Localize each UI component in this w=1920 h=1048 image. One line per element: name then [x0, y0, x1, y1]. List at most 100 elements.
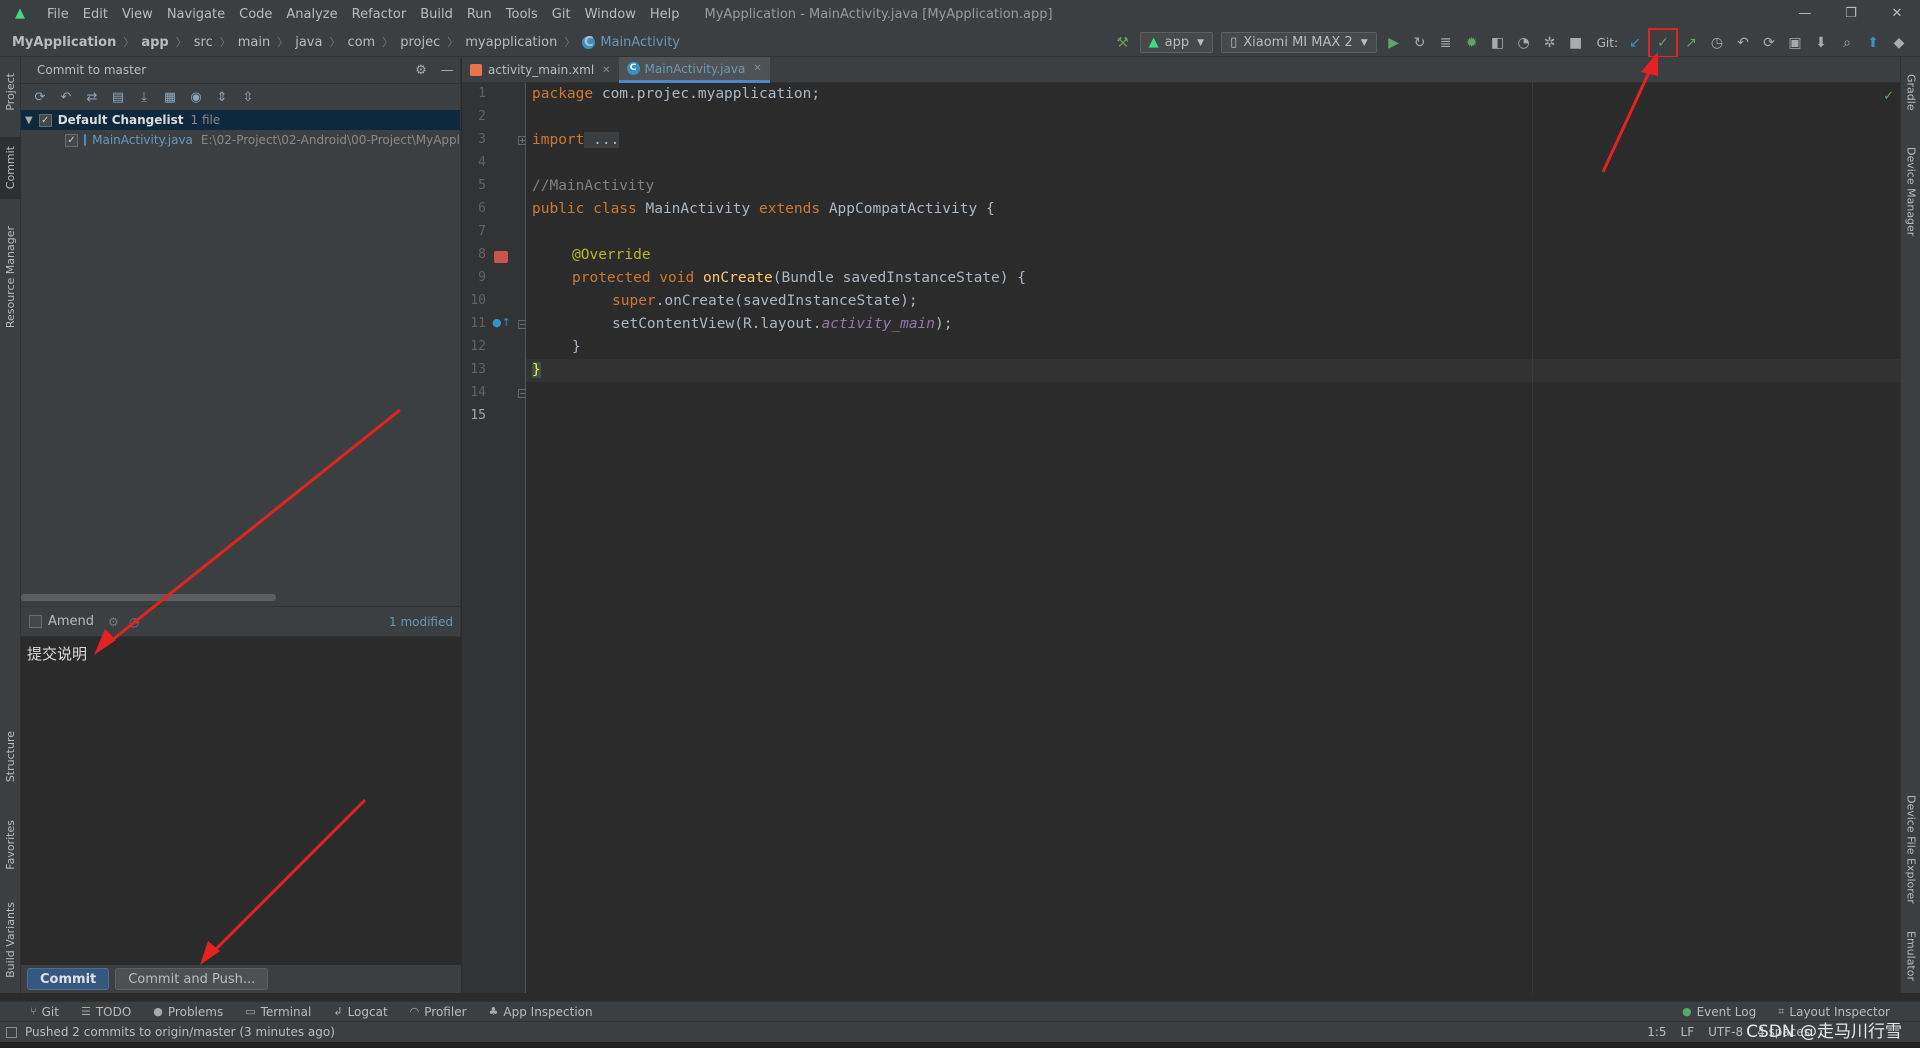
tool-event-log[interactable]: ● Event Log — [1682, 1005, 1756, 1019]
tab-device-file-explorer[interactable]: Device File Explorer — [1901, 779, 1920, 919]
file-checkbox[interactable]: ✓ — [65, 133, 78, 147]
horizontal-scrollbar[interactable] — [21, 594, 276, 601]
breadcrumb-main[interactable]: main — [238, 35, 270, 50]
tool-logcat[interactable]: ↲ Logcat — [333, 1005, 387, 1019]
git-push-icon[interactable]: ↗ — [1678, 32, 1704, 54]
debug-icon[interactable]: ✹ — [1459, 32, 1485, 54]
tool-app-inspection[interactable]: ♣ App Inspection — [489, 1005, 593, 1019]
tab-resource-manager[interactable]: Resource Manager — [0, 217, 21, 337]
sdk-manager-icon[interactable]: ⬇ — [1808, 32, 1834, 54]
tab-activity-main-xml[interactable]: activity_main.xml ✕ — [462, 57, 619, 83]
run-icon[interactable]: ▶ — [1381, 32, 1407, 54]
git-rollback-icon[interactable]: ↶ — [1730, 32, 1756, 54]
close-tab-icon[interactable]: ✕ — [753, 63, 761, 74]
status-message[interactable]: Pushed 2 commits to origin/master (3 min… — [25, 1025, 335, 1039]
breadcrumb-project[interactable]: MyApplication — [12, 35, 116, 50]
tab-structure[interactable]: Structure — [0, 717, 21, 797]
breadcrumb-java[interactable]: java — [295, 35, 322, 50]
menu-build[interactable]: Build — [413, 7, 460, 22]
menu-help[interactable]: Help — [643, 7, 687, 22]
eye-icon[interactable]: ◉ — [183, 90, 209, 105]
menu-file[interactable]: File — [40, 7, 76, 22]
tool-problems[interactable]: ● Problems — [153, 1005, 223, 1019]
menu-run[interactable]: Run — [460, 7, 499, 22]
close-icon[interactable]: ✕ — [1874, 0, 1920, 28]
profile-icon[interactable]: ◔ — [1511, 32, 1537, 54]
commit-button[interactable]: Commit — [27, 968, 110, 990]
tab-emulator[interactable]: Emulator — [1901, 925, 1920, 987]
shelve-icon[interactable]: ▤ — [105, 90, 131, 105]
tool-terminal[interactable]: ▭ Terminal — [245, 1005, 311, 1019]
attach-debugger-icon[interactable]: ✲ — [1537, 32, 1563, 54]
refresh-icon[interactable]: ⟳ — [27, 90, 53, 105]
breadcrumb-myapplication[interactable]: myapplication — [465, 35, 557, 50]
chevron-down-icon[interactable]: ▼ — [25, 115, 33, 126]
breadcrumb-module[interactable]: app — [141, 35, 168, 50]
tab-main-activity-java[interactable]: C MainActivity.java ✕ — [618, 57, 770, 83]
commit-options-gear-icon[interactable]: ⚙ — [108, 615, 119, 629]
menu-navigate[interactable]: Navigate — [160, 7, 232, 22]
breadcrumb-src[interactable]: src — [194, 35, 213, 50]
menu-edit[interactable]: Edit — [76, 7, 115, 22]
tab-device-manager[interactable]: Device Manager — [1901, 137, 1920, 247]
sync-gradle-icon[interactable]: ⟳ — [1756, 32, 1782, 54]
no-problems-check-icon[interactable]: ✓ — [1883, 89, 1894, 104]
toggle-tool-windows-icon[interactable] — [6, 1026, 17, 1038]
override-method-icon[interactable]: ●↑ — [492, 316, 511, 329]
tool-profiler[interactable]: ◠ Profiler — [410, 1005, 467, 1019]
apply-code-changes-icon[interactable]: ≣ — [1433, 32, 1459, 54]
restore-icon[interactable]: ❐ — [1828, 0, 1874, 28]
menu-view[interactable]: View — [115, 7, 160, 22]
modified-count[interactable]: 1 modified — [389, 615, 453, 629]
breadcrumb-com[interactable]: com — [347, 35, 375, 50]
menu-tools[interactable]: Tools — [499, 7, 545, 22]
gear-icon[interactable]: ⚙ — [408, 63, 434, 78]
git-commit-icon[interactable]: ✓ — [1648, 27, 1678, 58]
git-history-icon[interactable]: ◷ — [1704, 32, 1730, 54]
tab-commit[interactable]: Commit — [0, 137, 21, 199]
breadcrumb-projec[interactable]: projec — [400, 35, 440, 50]
hide-panel-icon[interactable]: — — [434, 63, 460, 78]
caret-position[interactable]: 1:5 — [1647, 1025, 1666, 1039]
menu-git[interactable]: Git — [545, 7, 578, 22]
changelist-row[interactable]: ▼ ✓ Default Changelist 1 file — [21, 110, 460, 130]
build-hammer-icon[interactable]: ⚒ — [1110, 32, 1136, 54]
history-icon[interactable]: ◷ — [129, 615, 139, 629]
run-config-select[interactable]: ▲ app ▼ — [1139, 32, 1214, 53]
menu-window[interactable]: Window — [578, 7, 643, 22]
menu-code[interactable]: Code — [232, 7, 279, 22]
apply-changes-icon[interactable]: ↻ — [1407, 32, 1433, 54]
search-icon[interactable]: ⌕ — [1834, 32, 1860, 54]
android-studio-icon[interactable]: ◆ — [1886, 32, 1912, 54]
tab-gradle[interactable]: Gradle — [1901, 61, 1920, 123]
collapse-all-icon[interactable]: ⇳ — [235, 90, 261, 105]
tab-favorites[interactable]: Favorites — [0, 802, 21, 887]
line-separator[interactable]: LF — [1681, 1025, 1695, 1039]
update-icon[interactable]: ⬆ — [1860, 32, 1886, 54]
rollback-icon[interactable]: ↶ — [53, 90, 79, 105]
amend-checkbox[interactable] — [29, 615, 42, 628]
menu-refactor[interactable]: Refactor — [345, 7, 414, 22]
download-icon[interactable]: ⤓ — [131, 90, 157, 105]
device-select[interactable]: ▯ Xiaomi MI MAX 2 ▼ — [1221, 32, 1377, 53]
coverage-icon[interactable]: ◧ — [1485, 32, 1511, 54]
file-row[interactable]: ✓ MainActivity.java E:\02-Project\02-And… — [21, 130, 460, 150]
tool-git[interactable]: ⑂ Git — [30, 1005, 59, 1019]
device-manager-icon[interactable]: ▣ — [1782, 32, 1808, 54]
file-encoding[interactable]: UTF-8 — [1708, 1025, 1743, 1039]
git-update-icon[interactable]: ↙ — [1622, 32, 1648, 54]
code-editor[interactable]: package com.projec.myapplication; import… — [526, 83, 1900, 993]
diff-icon[interactable]: ⇄ — [79, 90, 105, 105]
tool-todo[interactable]: ☰ TODO — [81, 1005, 131, 1019]
group-by-icon[interactable]: ▦ — [157, 90, 183, 105]
close-tab-icon[interactable]: ✕ — [602, 65, 610, 76]
tab-project[interactable]: Project — [0, 61, 21, 123]
commit-and-push-button[interactable]: Commit and Push... — [115, 968, 269, 990]
tab-build-variants[interactable]: Build Variants — [0, 892, 21, 987]
breadcrumb-class[interactable]: MainActivity — [600, 35, 680, 50]
stop-icon[interactable]: ■ — [1563, 32, 1589, 54]
menu-analyze[interactable]: Analyze — [279, 7, 344, 22]
android-activity-icon[interactable] — [494, 251, 508, 263]
minimize-icon[interactable]: — — [1782, 0, 1828, 28]
commit-message-input[interactable]: 提交说明 — [21, 636, 461, 965]
